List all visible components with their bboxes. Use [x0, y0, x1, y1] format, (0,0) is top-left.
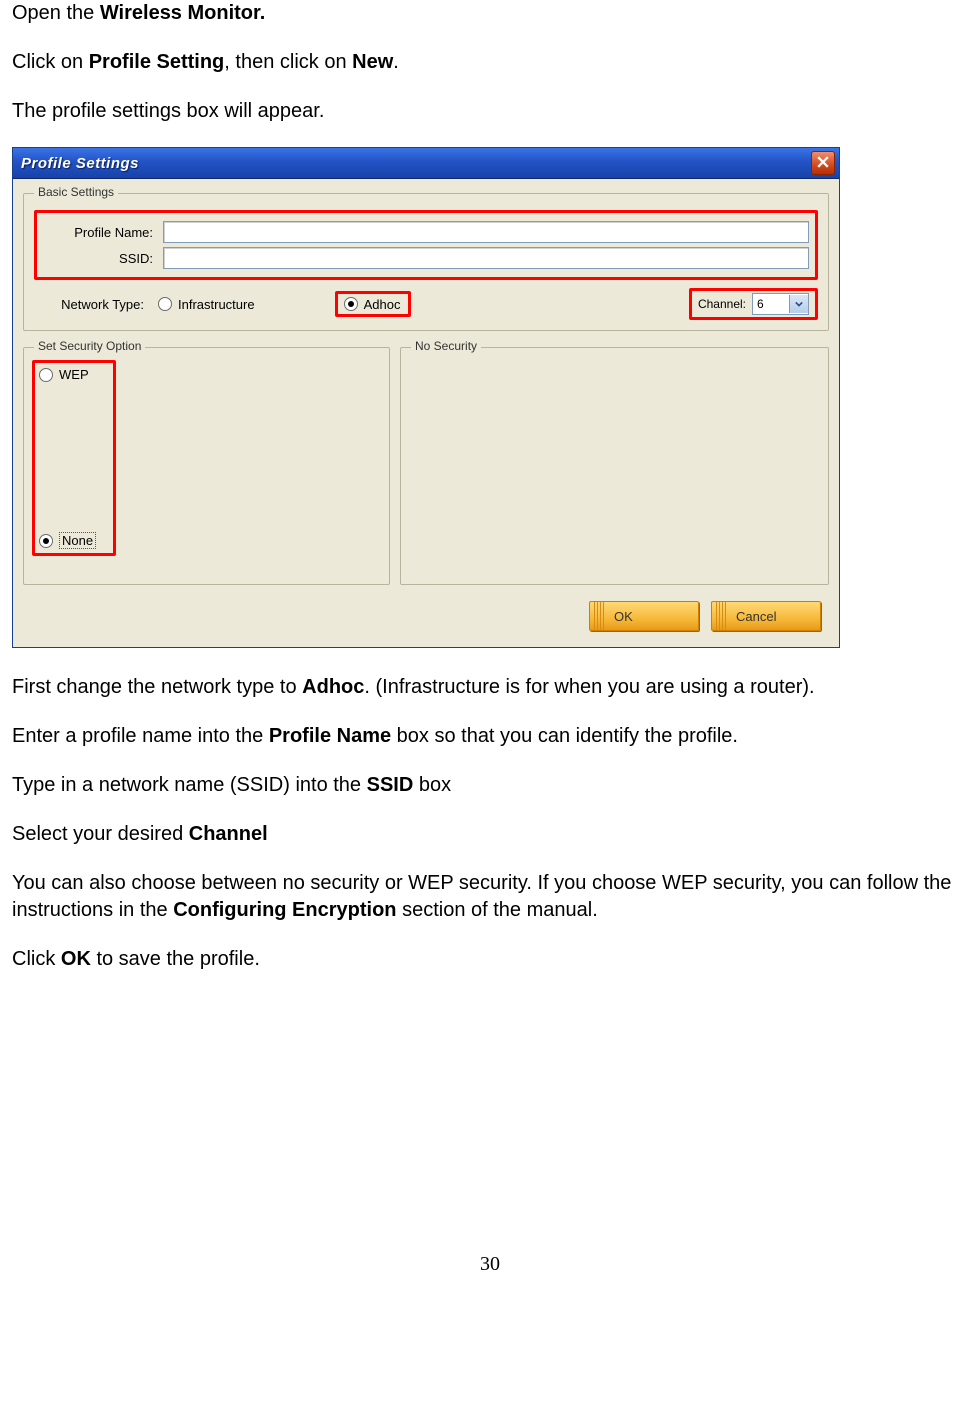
wep-radio[interactable]: WEP: [39, 367, 109, 382]
doc-paragraph: You can also choose between no security …: [12, 870, 968, 924]
doc-paragraph: Click on Profile Setting, then click on …: [12, 49, 968, 76]
adhoc-highlight: Adhoc: [335, 291, 412, 317]
radio-icon: [158, 297, 172, 311]
doc-paragraph: The profile settings box will appear.: [12, 98, 968, 125]
window-title: Profile Settings: [21, 155, 811, 172]
profile-settings-window: Profile Settings Basic Settings Profile …: [12, 147, 840, 648]
doc-paragraph: Open the Wireless Monitor.: [12, 0, 968, 27]
adhoc-radio[interactable]: Adhoc: [344, 297, 401, 312]
ssid-label: SSID:: [43, 251, 157, 266]
ssid-input[interactable]: [163, 247, 809, 269]
button-grip-icon: [716, 602, 726, 630]
adhoc-radio-label: Adhoc: [364, 297, 401, 312]
profile-name-input[interactable]: [163, 221, 809, 243]
profile-ssid-highlight: Profile Name: SSID:: [34, 210, 818, 280]
doc-paragraph: Enter a profile name into the Profile Na…: [12, 723, 968, 750]
doc-paragraph: Click OK to save the profile.: [12, 946, 968, 973]
no-security-group: No Security: [400, 347, 829, 585]
none-radio-label: None: [59, 532, 96, 549]
network-type-label: Network Type:: [34, 297, 148, 312]
chevron-down-icon: [789, 295, 808, 313]
radio-icon: [344, 297, 358, 311]
security-options-highlight: WEP None: [32, 360, 116, 556]
channel-value: 6: [753, 297, 789, 311]
profile-settings-screenshot: Profile Settings Basic Settings Profile …: [12, 147, 840, 648]
profile-name-label: Profile Name:: [43, 225, 157, 240]
ok-button-label: OK: [614, 609, 633, 624]
channel-select[interactable]: 6: [752, 293, 809, 315]
infrastructure-radio[interactable]: Infrastructure: [158, 297, 255, 312]
ok-button[interactable]: OK: [589, 601, 699, 631]
doc-paragraph: Select your desired Channel: [12, 821, 968, 848]
page-number: 30: [12, 1253, 968, 1276]
radio-icon: [39, 534, 53, 548]
channel-highlight: Channel: 6: [689, 288, 818, 320]
security-option-group: Set Security Option WEP None: [23, 347, 390, 585]
radio-icon: [39, 368, 53, 382]
no-security-legend: No Security: [411, 339, 481, 353]
basic-settings-group: Basic Settings Profile Name: SSID:: [23, 193, 829, 331]
cancel-button[interactable]: Cancel: [711, 601, 821, 631]
infrastructure-radio-label: Infrastructure: [178, 297, 255, 312]
basic-settings-legend: Basic Settings: [34, 185, 118, 199]
doc-paragraph: Type in a network name (SSID) into the S…: [12, 772, 968, 799]
close-button[interactable]: [811, 151, 835, 175]
wep-radio-label: WEP: [59, 367, 89, 382]
security-option-legend: Set Security Option: [34, 339, 145, 353]
close-icon: [817, 156, 829, 171]
channel-label: Channel:: [698, 297, 746, 311]
doc-paragraph: First change the network type to Adhoc. …: [12, 674, 968, 701]
none-radio[interactable]: None: [39, 532, 109, 549]
cancel-button-label: Cancel: [736, 609, 776, 624]
button-grip-icon: [594, 602, 604, 630]
titlebar: Profile Settings: [13, 148, 839, 179]
